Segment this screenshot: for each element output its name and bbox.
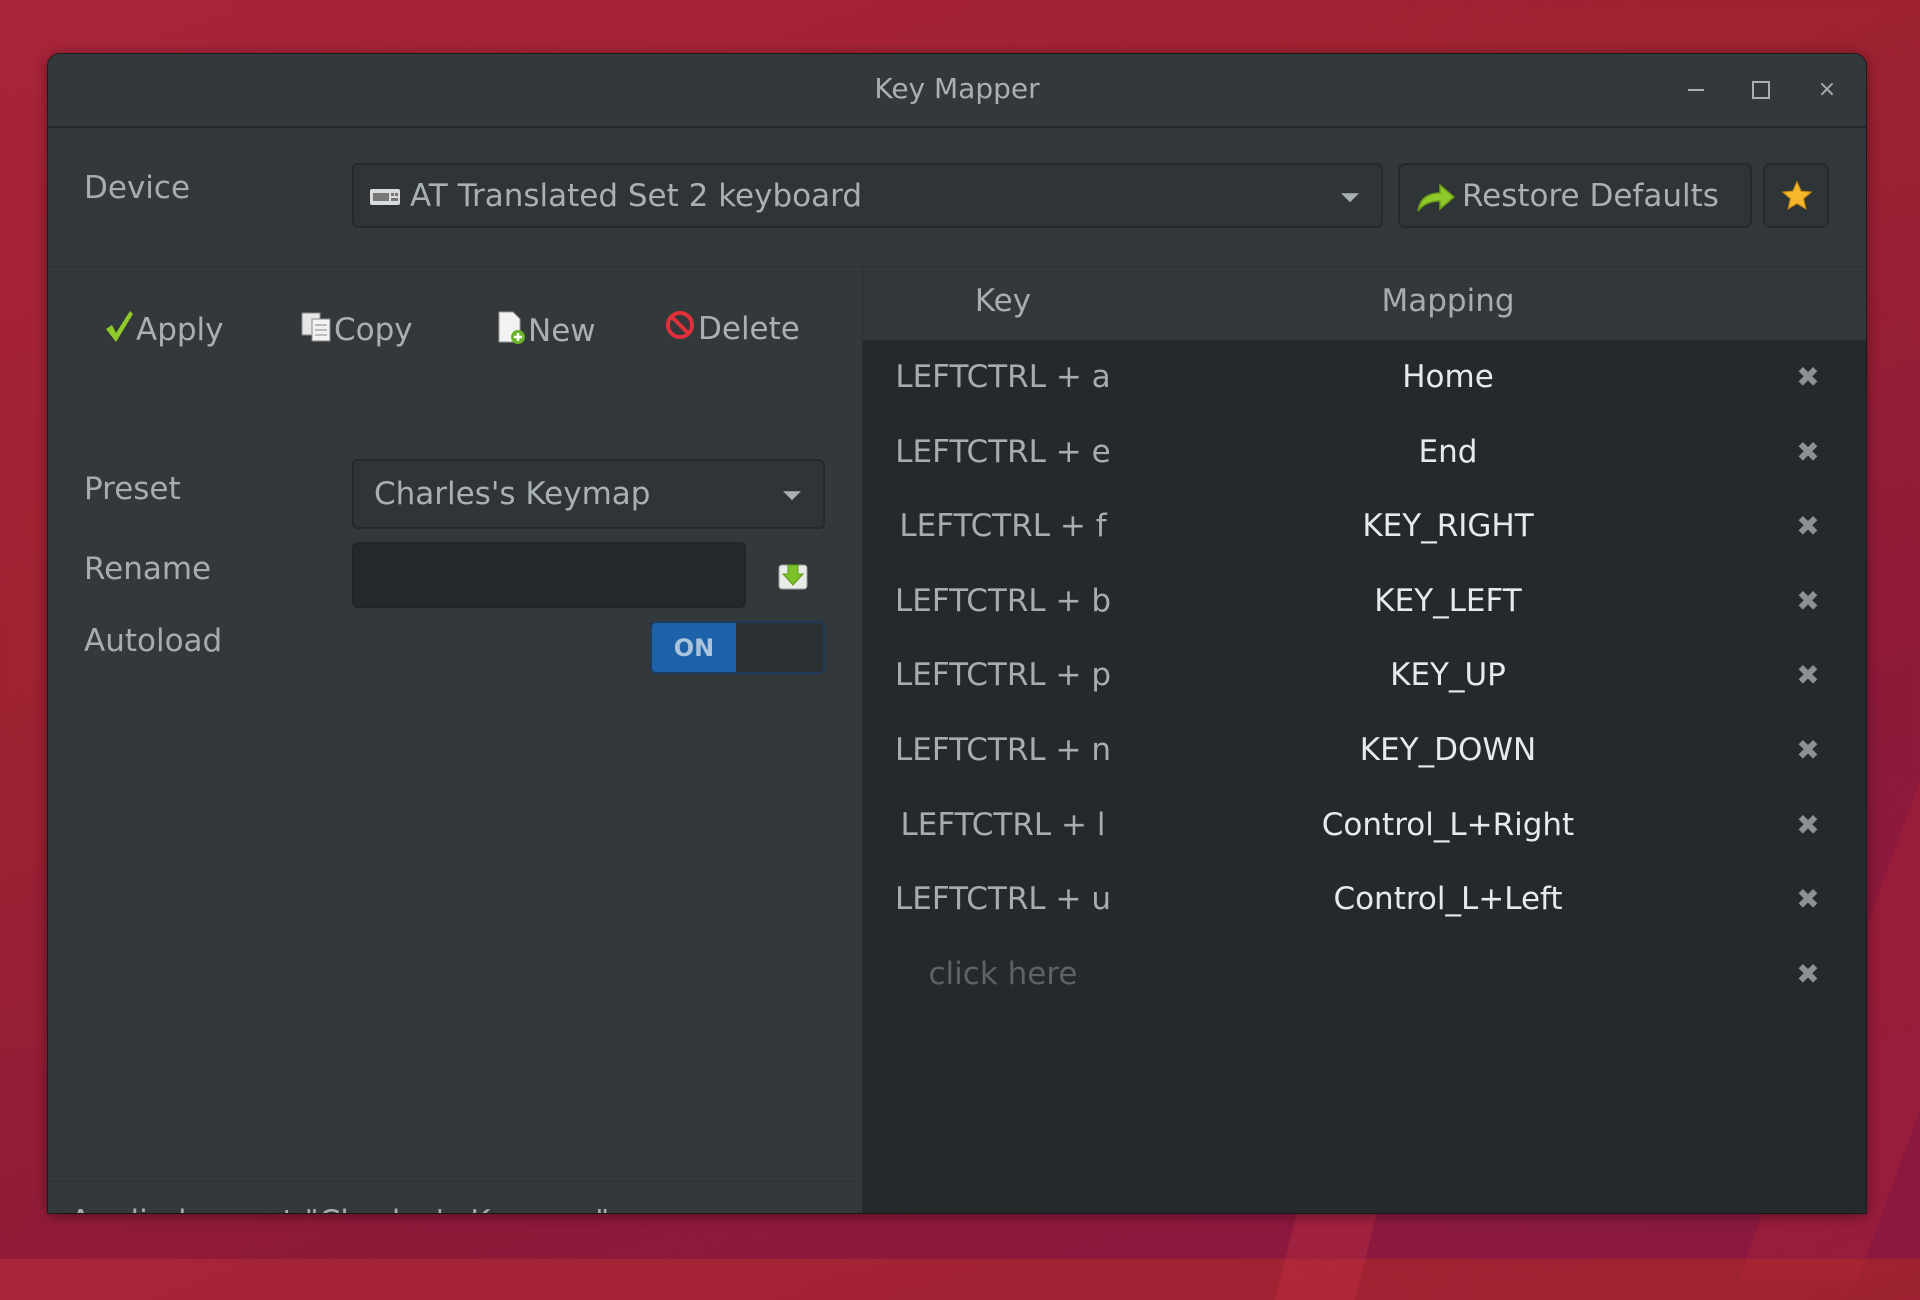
status-bar: Applied preset "Charles's Keymap" bbox=[48, 1181, 862, 1213]
close-icon: ✖ bbox=[1796, 435, 1820, 469]
device-selected: AT Translated Set 2 keyboard bbox=[410, 177, 862, 214]
forbidden-icon bbox=[664, 309, 696, 349]
close-icon: ✖ bbox=[1796, 658, 1820, 692]
close-icon: ✖ bbox=[1796, 733, 1820, 767]
favorite-button[interactable] bbox=[1763, 163, 1829, 228]
autoload-label: Autoload bbox=[84, 623, 223, 659]
key-cell[interactable]: LEFTCTRL + f bbox=[899, 508, 1106, 544]
key-cell[interactable]: LEFTCTRL + a bbox=[895, 359, 1110, 395]
restore-defaults-label: Restore Defaults bbox=[1462, 177, 1719, 214]
device-label: Device bbox=[84, 170, 191, 206]
close-icon: ✖ bbox=[1796, 882, 1820, 916]
copy-icon bbox=[300, 309, 332, 351]
key-cell[interactable]: LEFTCTRL + b bbox=[895, 583, 1111, 619]
rename-input[interactable] bbox=[352, 542, 746, 608]
delete-row-button[interactable]: ✖ bbox=[1796, 659, 1819, 692]
table-row[interactable]: LEFTCTRL + a Home ✖ bbox=[863, 340, 1866, 414]
device-bar: Device AT Translated Set 2 keyboard Rest… bbox=[48, 128, 1866, 267]
autoload-state: ON bbox=[652, 623, 736, 672]
mapping-cell[interactable]: KEY_UP bbox=[1390, 657, 1506, 693]
table-row[interactable]: LEFTCTRL + p KEY_UP ✖ bbox=[863, 638, 1866, 712]
title-bar[interactable]: Key Mapper × bbox=[48, 54, 1866, 128]
checkmark-icon bbox=[104, 309, 134, 351]
table-header: Key Mapping bbox=[863, 267, 1866, 340]
delete-row-button[interactable]: ✖ bbox=[1796, 734, 1819, 767]
chevron-down-icon bbox=[1341, 192, 1359, 202]
mapping-cell[interactable]: Control_L+Left bbox=[1333, 881, 1562, 917]
autoload-switch[interactable]: ON bbox=[650, 621, 825, 674]
close-icon: ✖ bbox=[1796, 584, 1820, 618]
column-header-key[interactable]: Key bbox=[975, 283, 1031, 319]
key-mapper-window: Key Mapper × Device AT Translated Set 2 … bbox=[48, 54, 1866, 1213]
mapping-cell[interactable]: Control_L+Right bbox=[1322, 807, 1574, 843]
mapping-cell[interactable]: KEY_DOWN bbox=[1360, 732, 1536, 768]
maximize-button[interactable] bbox=[1743, 72, 1779, 108]
new-button[interactable]: New bbox=[496, 309, 596, 353]
preset-selected: Charles's Keymap bbox=[374, 476, 651, 512]
mapping-cell[interactable]: KEY_LEFT bbox=[1374, 583, 1521, 619]
window-title: Key Mapper bbox=[874, 72, 1040, 105]
close-icon: ✖ bbox=[1796, 509, 1820, 543]
key-cell[interactable]: LEFTCTRL + u bbox=[895, 881, 1111, 917]
table-row[interactable]: LEFTCTRL + n KEY_DOWN ✖ bbox=[863, 713, 1866, 787]
close-button[interactable]: × bbox=[1809, 72, 1845, 108]
status-text: Applied preset "Charles's Keymap" bbox=[70, 1204, 609, 1213]
table-row[interactable]: LEFTCTRL + u Control_L+Left ✖ bbox=[863, 862, 1866, 936]
delete-row-button[interactable]: ✖ bbox=[1796, 584, 1819, 617]
key-placeholder[interactable]: click here bbox=[929, 956, 1078, 992]
key-cell[interactable]: LEFTCTRL + l bbox=[901, 807, 1106, 843]
delete-row-button[interactable]: ✖ bbox=[1796, 361, 1819, 394]
apply-label: Apply bbox=[136, 312, 224, 348]
mapping-cell[interactable]: Home bbox=[1402, 359, 1494, 395]
delete-row-button[interactable]: ✖ bbox=[1796, 435, 1819, 468]
save-icon bbox=[776, 564, 810, 597]
table-row[interactable]: LEFTCTRL + b KEY_LEFT ✖ bbox=[863, 564, 1866, 638]
chevron-down-icon bbox=[783, 491, 801, 501]
preset-combo[interactable]: Charles's Keymap bbox=[352, 459, 825, 529]
preset-label: Preset bbox=[84, 471, 181, 507]
preset-panel: Apply Copy New Delete Preset Charles's K… bbox=[48, 267, 863, 1213]
restore-defaults-button[interactable]: Restore Defaults bbox=[1398, 163, 1752, 228]
close-icon: × bbox=[1817, 77, 1837, 102]
delete-button[interactable]: Delete bbox=[664, 309, 800, 349]
mapping-cell[interactable]: End bbox=[1419, 434, 1478, 470]
mapping-table: Key Mapping LEFTCTRL + a Home ✖ LEFTCTRL + … bbox=[863, 267, 1866, 1213]
device-combo[interactable]: AT Translated Set 2 keyboard bbox=[352, 163, 1383, 228]
copy-button[interactable]: Copy bbox=[300, 309, 413, 351]
rename-label: Rename bbox=[84, 551, 212, 587]
apply-button[interactable]: Apply bbox=[104, 309, 224, 351]
delete-row-button[interactable]: ✖ bbox=[1796, 957, 1819, 990]
maximize-icon bbox=[1752, 81, 1770, 99]
mapping-cell[interactable]: KEY_RIGHT bbox=[1362, 508, 1533, 544]
delete-row-button[interactable]: ✖ bbox=[1796, 510, 1819, 543]
star-icon bbox=[1780, 179, 1814, 217]
keyboard-icon bbox=[370, 189, 400, 205]
column-header-mapping[interactable]: Mapping bbox=[1381, 283, 1514, 319]
table-row[interactable]: LEFTCTRL + l Control_L+Right ✖ bbox=[863, 788, 1866, 862]
copy-label: Copy bbox=[334, 312, 413, 348]
close-icon: ✖ bbox=[1796, 360, 1820, 394]
save-rename-button[interactable] bbox=[776, 559, 810, 593]
key-cell[interactable]: LEFTCTRL + n bbox=[895, 732, 1111, 768]
close-icon: ✖ bbox=[1796, 957, 1820, 991]
key-cell[interactable]: LEFTCTRL + p bbox=[895, 657, 1111, 693]
table-row[interactable]: LEFTCTRL + f KEY_RIGHT ✖ bbox=[863, 489, 1866, 563]
delete-row-button[interactable]: ✖ bbox=[1796, 808, 1819, 841]
key-cell[interactable]: LEFTCTRL + e bbox=[895, 434, 1110, 470]
delete-label: Delete bbox=[698, 311, 800, 347]
new-document-icon bbox=[496, 309, 526, 353]
minimize-button[interactable] bbox=[1678, 72, 1714, 108]
delete-row-button[interactable]: ✖ bbox=[1796, 883, 1819, 916]
minimize-icon bbox=[1688, 89, 1704, 91]
new-mapping-row[interactable]: click here ✖ bbox=[863, 937, 1866, 1011]
redo-arrow-icon bbox=[1414, 179, 1458, 219]
close-icon: ✖ bbox=[1796, 808, 1820, 842]
new-label: New bbox=[528, 313, 596, 349]
table-row[interactable]: LEFTCTRL + e End ✖ bbox=[863, 415, 1866, 489]
